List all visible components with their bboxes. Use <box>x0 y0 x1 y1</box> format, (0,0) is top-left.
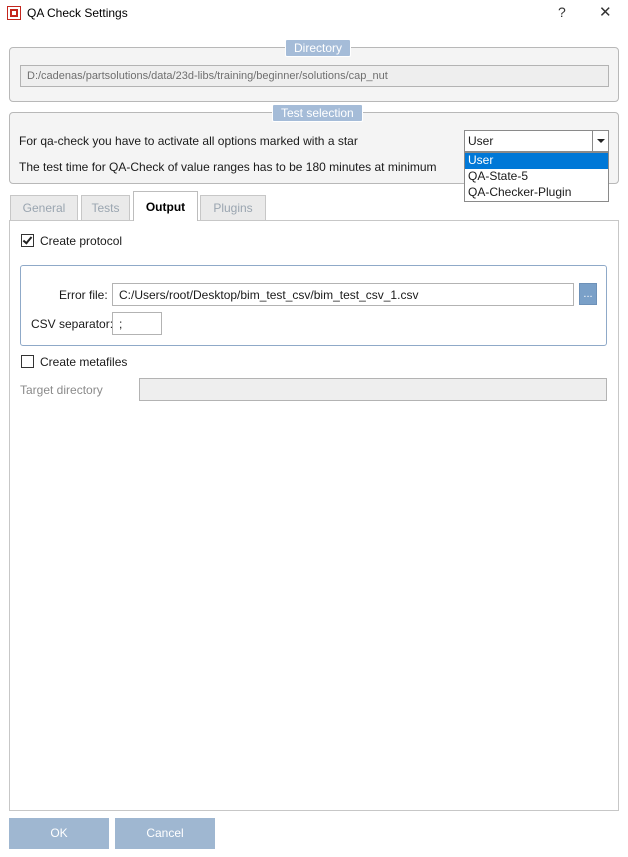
dropdown-option-qa-checker-plugin[interactable]: QA-Checker-Plugin <box>465 185 608 201</box>
checkmark-icon <box>22 234 33 245</box>
dropdown-option-user[interactable]: User <box>465 153 608 169</box>
chevron-down-icon[interactable] <box>592 131 608 151</box>
browse-button[interactable]: ... <box>579 283 597 305</box>
create-metafiles-checkbox[interactable] <box>21 355 34 368</box>
target-directory-input[interactable] <box>139 378 607 401</box>
cancel-button[interactable]: Cancel <box>115 818 215 849</box>
csv-separator-label: CSV separator: <box>31 317 114 331</box>
test-profile-dropdown: User QA-State-5 QA-Checker-Plugin <box>464 152 609 202</box>
app-icon <box>7 6 21 20</box>
tab-tests[interactable]: Tests <box>81 195 130 220</box>
dropdown-option-qa-state-5[interactable]: QA-State-5 <box>465 169 608 185</box>
help-icon[interactable]: ? <box>558 4 566 20</box>
test-selection-legend: Test selection <box>272 104 363 122</box>
create-protocol-checkbox[interactable] <box>21 234 34 247</box>
create-protocol-label: Create protocol <box>40 234 123 248</box>
directory-legend: Directory <box>285 39 352 57</box>
create-metafiles-label: Create metafiles <box>40 355 128 369</box>
error-file-label: Error file: <box>59 288 108 302</box>
test-profile-value: User <box>468 134 494 148</box>
error-file-input[interactable]: C:/Users/root/Desktop/bim_test_csv/bim_t… <box>112 283 574 306</box>
test-profile-select[interactable]: User <box>464 130 609 152</box>
directory-path-field[interactable]: D:/cadenas/partsolutions/data/23d-libs/t… <box>20 65 609 87</box>
tab-output[interactable]: Output <box>133 191 198 221</box>
ok-button[interactable]: OK <box>9 818 109 849</box>
close-icon[interactable]: ✕ <box>599 3 612 21</box>
window-title: QA Check Settings <box>27 6 128 20</box>
tab-general[interactable]: General <box>10 195 78 220</box>
csv-separator-input[interactable]: ; <box>112 312 162 335</box>
target-directory-label: Target directory <box>20 383 103 397</box>
test-selection-info-1: For qa-check you have to activate all op… <box>19 134 358 148</box>
tab-plugins[interactable]: Plugins <box>200 195 266 220</box>
test-selection-info-2: The test time for QA-Check of value rang… <box>19 160 437 174</box>
title-bar: QA Check Settings ? ✕ <box>0 0 628 26</box>
